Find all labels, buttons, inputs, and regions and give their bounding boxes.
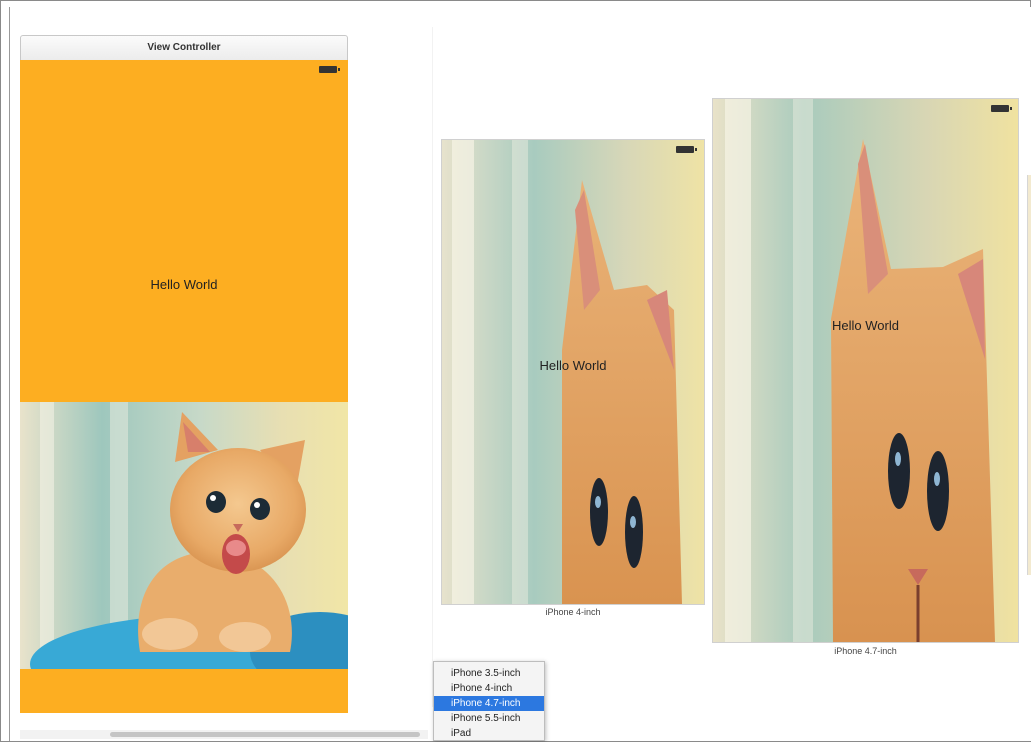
device-preview-iphone-4-7-inch[interactable]: Hello World (713, 99, 1018, 642)
preview-hello-world-label: Hello World (832, 318, 899, 333)
menu-item-iphone-4-7-inch[interactable]: iPhone 4.7-inch (434, 696, 544, 711)
kitten-closeup-photo (713, 99, 1018, 642)
device-label-iphone-4-inch: iPhone 4-inch (545, 607, 601, 617)
preview-hello-world-label: Hello World (539, 358, 607, 373)
hello-world-label[interactable]: Hello World (20, 277, 348, 292)
horizontal-scrollbar[interactable] (20, 730, 428, 739)
scene-root-view[interactable]: Hello World (20, 60, 348, 713)
horizontal-scrollbar-thumb[interactable] (110, 732, 420, 737)
battery-icon (676, 146, 697, 153)
view-controller-scene[interactable]: View Controller Hello World (20, 35, 348, 715)
device-preview-partial[interactable] (1027, 175, 1031, 575)
menu-item-iphone-4-inch[interactable]: iPhone 4-inch (434, 681, 544, 696)
kitten-image-view[interactable] (20, 402, 348, 669)
device-label-iphone-4-7-inch: iPhone 4.7-inch (834, 646, 897, 656)
kitten-photo (20, 402, 348, 669)
menu-item-iphone-5-5-inch[interactable]: iPhone 5.5-inch (434, 711, 544, 726)
device-preview-iphone-4-inch[interactable]: Hello World (442, 140, 704, 604)
device-selection-menu[interactable]: iPhone 3.5-inch iPhone 4-inch iPhone 4.7… (433, 661, 545, 741)
battery-icon (319, 66, 340, 73)
storyboard-canvas[interactable]: View Controller Hello World (9, 7, 434, 741)
preview-pane[interactable]: Hello World iPhone 4-inch Hello World iP… (433, 7, 1031, 741)
scene-title[interactable]: View Controller (20, 35, 348, 61)
menu-item-ipad[interactable]: iPad (434, 726, 544, 741)
menu-item-iphone-3-5-inch[interactable]: iPhone 3.5-inch (434, 666, 544, 681)
battery-icon (991, 105, 1012, 112)
